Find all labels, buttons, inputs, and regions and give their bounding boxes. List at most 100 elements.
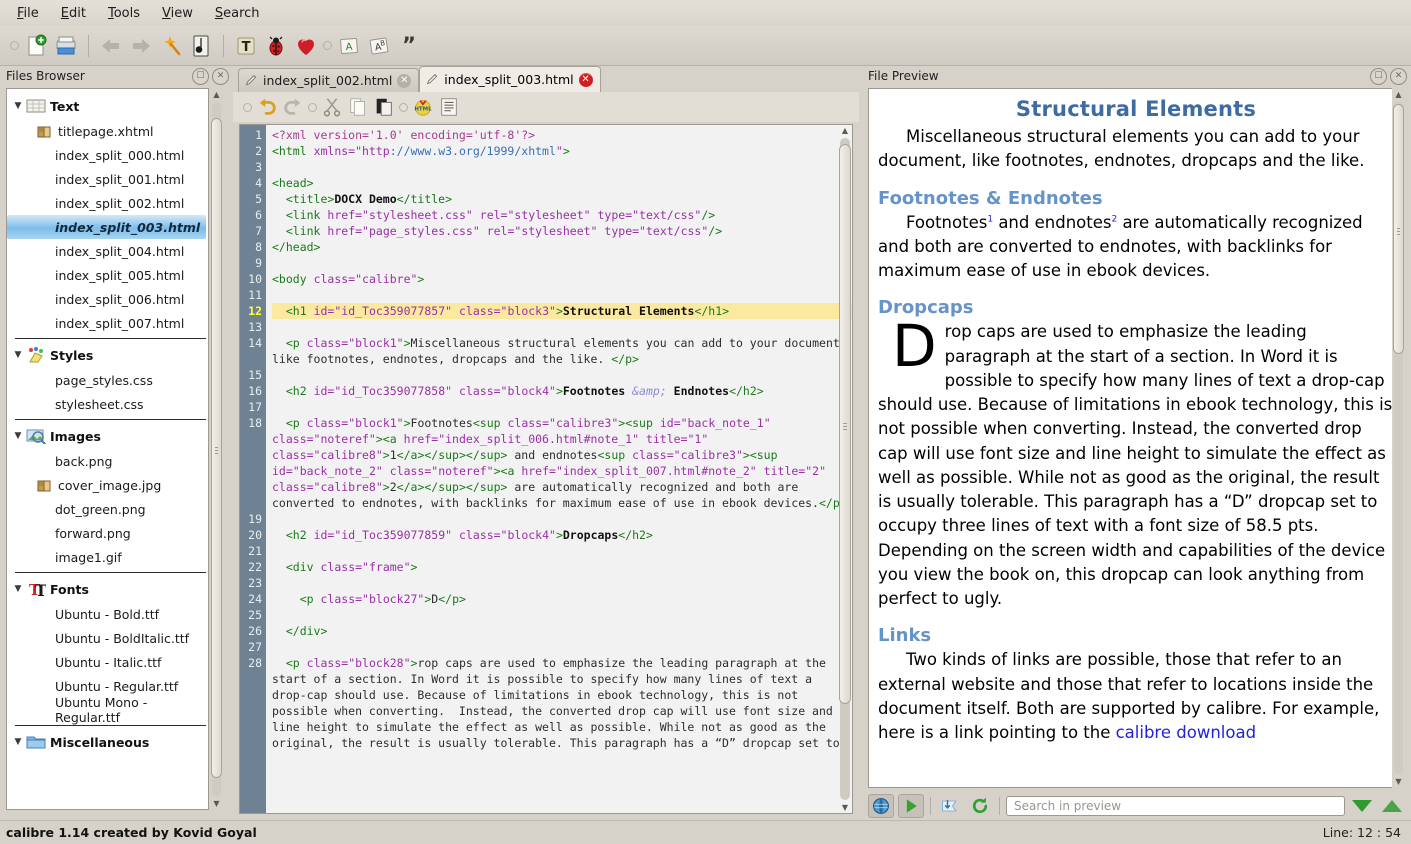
menu-view[interactable]: View bbox=[151, 3, 204, 24]
tree-file-item[interactable]: Ubuntu Mono - Regular.ttf bbox=[7, 698, 208, 722]
preview-document[interactable]: Structural Elements Miscellaneous struct… bbox=[868, 88, 1405, 788]
tab-close-icon[interactable]: ✕ bbox=[397, 74, 411, 88]
tree-file-label: index_split_004.html bbox=[55, 244, 184, 259]
preview-intro-paragraph: Miscellaneous structural elements you ca… bbox=[878, 125, 1394, 174]
files-scrollbar[interactable]: ▲ ▼ bbox=[210, 88, 223, 810]
heart-icon[interactable] bbox=[291, 31, 321, 61]
tree-file-item[interactable]: index_split_003.html bbox=[7, 215, 206, 239]
sync-preview-icon[interactable] bbox=[937, 794, 963, 818]
spell-check-tile-icon[interactable]: T bbox=[231, 31, 261, 61]
tree-file-item[interactable]: cover_image.jpg bbox=[7, 473, 208, 497]
float-icon[interactable]: ☐ bbox=[192, 68, 209, 85]
code-text-area[interactable]: <?xml version='1.0' encoding='utf-8'?><h… bbox=[266, 125, 852, 813]
tree-file-item[interactable]: index_split_007.html bbox=[7, 311, 208, 335]
chevron-down-icon[interactable]: ▼ bbox=[11, 350, 25, 360]
chevron-down-icon[interactable]: ▼ bbox=[11, 584, 25, 594]
footnotes-text-a: Footnotes bbox=[906, 213, 987, 232]
tree-group-miscellaneous[interactable]: ▼Miscellaneous bbox=[7, 729, 208, 755]
menu-edit[interactable]: Edit bbox=[50, 3, 97, 24]
magic-wand-icon[interactable] bbox=[156, 31, 186, 61]
find-next-button[interactable] bbox=[1349, 794, 1375, 818]
preview-scroll-down-arrow-icon[interactable]: ▼ bbox=[1392, 775, 1405, 788]
redo-icon[interactable] bbox=[280, 94, 306, 120]
chevron-down-icon[interactable]: ▼ bbox=[11, 737, 25, 747]
calibre-download-link[interactable]: calibre download bbox=[1116, 723, 1256, 742]
tab-close-icon[interactable]: ✕ bbox=[579, 73, 593, 87]
copy-icon[interactable] bbox=[345, 94, 371, 120]
editor-scroll-thumb[interactable] bbox=[839, 144, 851, 704]
editor-tab[interactable]: index_split_002.html ✕ bbox=[238, 68, 419, 92]
tree-file-item[interactable]: dot_green.png bbox=[7, 497, 208, 521]
file-preview-panel: File Preview ☐ ✕ Structural Elements Mis… bbox=[862, 66, 1411, 820]
tree-file-item[interactable]: back.png bbox=[7, 449, 208, 473]
scroll-down-arrow-icon[interactable]: ▼ bbox=[210, 797, 223, 810]
editor-scroll-down-arrow-icon[interactable]: ▼ bbox=[838, 801, 852, 814]
tree-file-item[interactable]: index_split_001.html bbox=[7, 167, 208, 191]
live-css-icon[interactable]: A bbox=[334, 31, 364, 61]
preview-search-field[interactable] bbox=[1006, 796, 1345, 816]
tree-file-item[interactable]: index_split_005.html bbox=[7, 263, 208, 287]
tree-group-styles[interactable]: ▼Styles bbox=[7, 342, 208, 368]
redo-forward-arrow-icon[interactable] bbox=[126, 31, 156, 61]
save-icon[interactable] bbox=[51, 31, 81, 61]
search-input[interactable] bbox=[1012, 798, 1339, 814]
format-lines-icon[interactable] bbox=[436, 94, 462, 120]
files-tree[interactable]: ▼Texttitlepage.xhtmlindex_split_000.html… bbox=[6, 88, 209, 810]
bug-icon[interactable] bbox=[261, 31, 291, 61]
tree-separator bbox=[15, 419, 206, 420]
new-file-icon[interactable] bbox=[21, 31, 51, 61]
close-icon[interactable]: ✕ bbox=[212, 68, 229, 85]
find-previous-button[interactable] bbox=[1379, 794, 1405, 818]
preview-scroll-thumb[interactable] bbox=[1393, 104, 1404, 354]
menu-search[interactable]: Search bbox=[204, 3, 271, 24]
undo-back-arrow-icon[interactable] bbox=[96, 31, 126, 61]
refresh-play-icon[interactable] bbox=[898, 794, 924, 818]
tree-group-label: Images bbox=[50, 429, 101, 444]
tree-group-fonts[interactable]: ▼TTFonts bbox=[7, 576, 208, 602]
file-preview-titlebar: File Preview ☐ ✕ bbox=[862, 66, 1411, 86]
files-scroll-thumb[interactable] bbox=[211, 118, 222, 778]
tree-file-label: Ubuntu - BoldItalic.ttf bbox=[55, 631, 189, 646]
html-tag-icon[interactable]: HTML bbox=[410, 94, 436, 120]
editor-scrollbar[interactable]: ▲ ▼ bbox=[838, 124, 852, 814]
editor-tab[interactable]: index_split_003.html✕ bbox=[419, 66, 600, 92]
preview-footnotes-paragraph: Footnotes1 and endnotes2 are automatical… bbox=[878, 211, 1394, 284]
cut-icon[interactable] bbox=[319, 94, 345, 120]
paste-icon[interactable] bbox=[371, 94, 397, 120]
preview-links-paragraph: Two kinds of links are possible, those t… bbox=[878, 648, 1394, 745]
tree-file-item[interactable]: Ubuntu - Bold.ttf bbox=[7, 602, 208, 626]
gutter-line-number: 9 bbox=[240, 255, 262, 271]
tree-file-item[interactable]: image1.gif bbox=[7, 545, 208, 569]
editor-scroll-up-arrow-icon[interactable]: ▲ bbox=[838, 124, 852, 137]
tree-file-item[interactable]: index_split_000.html bbox=[7, 143, 208, 167]
tree-file-item[interactable]: index_split_006.html bbox=[7, 287, 208, 311]
tree-file-item[interactable]: stylesheet.css bbox=[7, 392, 208, 416]
smart-quotes-icon[interactable]: ” bbox=[394, 31, 424, 61]
tree-file-item[interactable]: Ubuntu - BoldItalic.ttf bbox=[7, 626, 208, 650]
auto-reload-globe-icon[interactable] bbox=[868, 794, 894, 818]
code-line bbox=[272, 543, 852, 559]
menu-file[interactable]: File bbox=[6, 3, 50, 24]
tree-group-text[interactable]: ▼Text bbox=[7, 93, 208, 119]
preview-scroll-up-arrow-icon[interactable]: ▲ bbox=[1392, 88, 1405, 101]
spelling-icon[interactable]: A B bbox=[364, 31, 394, 61]
reload-preview-icon[interactable] bbox=[967, 794, 993, 818]
undo-icon[interactable] bbox=[254, 94, 280, 120]
tree-file-item[interactable]: forward.png bbox=[7, 521, 208, 545]
chevron-down-icon[interactable]: ▼ bbox=[11, 431, 25, 441]
tree-file-item[interactable]: index_split_002.html bbox=[7, 191, 208, 215]
chevron-down-icon[interactable]: ▼ bbox=[11, 101, 25, 111]
preview-float-icon[interactable]: ☐ bbox=[1370, 68, 1387, 85]
preview-scrollbar[interactable]: ▲ ▼ bbox=[1392, 88, 1405, 788]
toc-icon[interactable] bbox=[186, 31, 216, 61]
menu-tools[interactable]: Tools bbox=[97, 3, 151, 24]
tree-group-images[interactable]: ▼ Images bbox=[7, 423, 208, 449]
code-editor[interactable]: 1234567891011121314151617181920212223242… bbox=[239, 124, 853, 814]
preview-close-icon[interactable]: ✕ bbox=[1390, 68, 1407, 85]
editor-tab-label: index_split_002.html bbox=[263, 73, 392, 88]
scroll-up-arrow-icon[interactable]: ▲ bbox=[210, 88, 223, 101]
tree-file-item[interactable]: Ubuntu - Italic.ttf bbox=[7, 650, 208, 674]
tree-file-item[interactable]: titlepage.xhtml bbox=[7, 119, 208, 143]
tree-file-item[interactable]: index_split_004.html bbox=[7, 239, 208, 263]
tree-file-item[interactable]: page_styles.css bbox=[7, 368, 208, 392]
